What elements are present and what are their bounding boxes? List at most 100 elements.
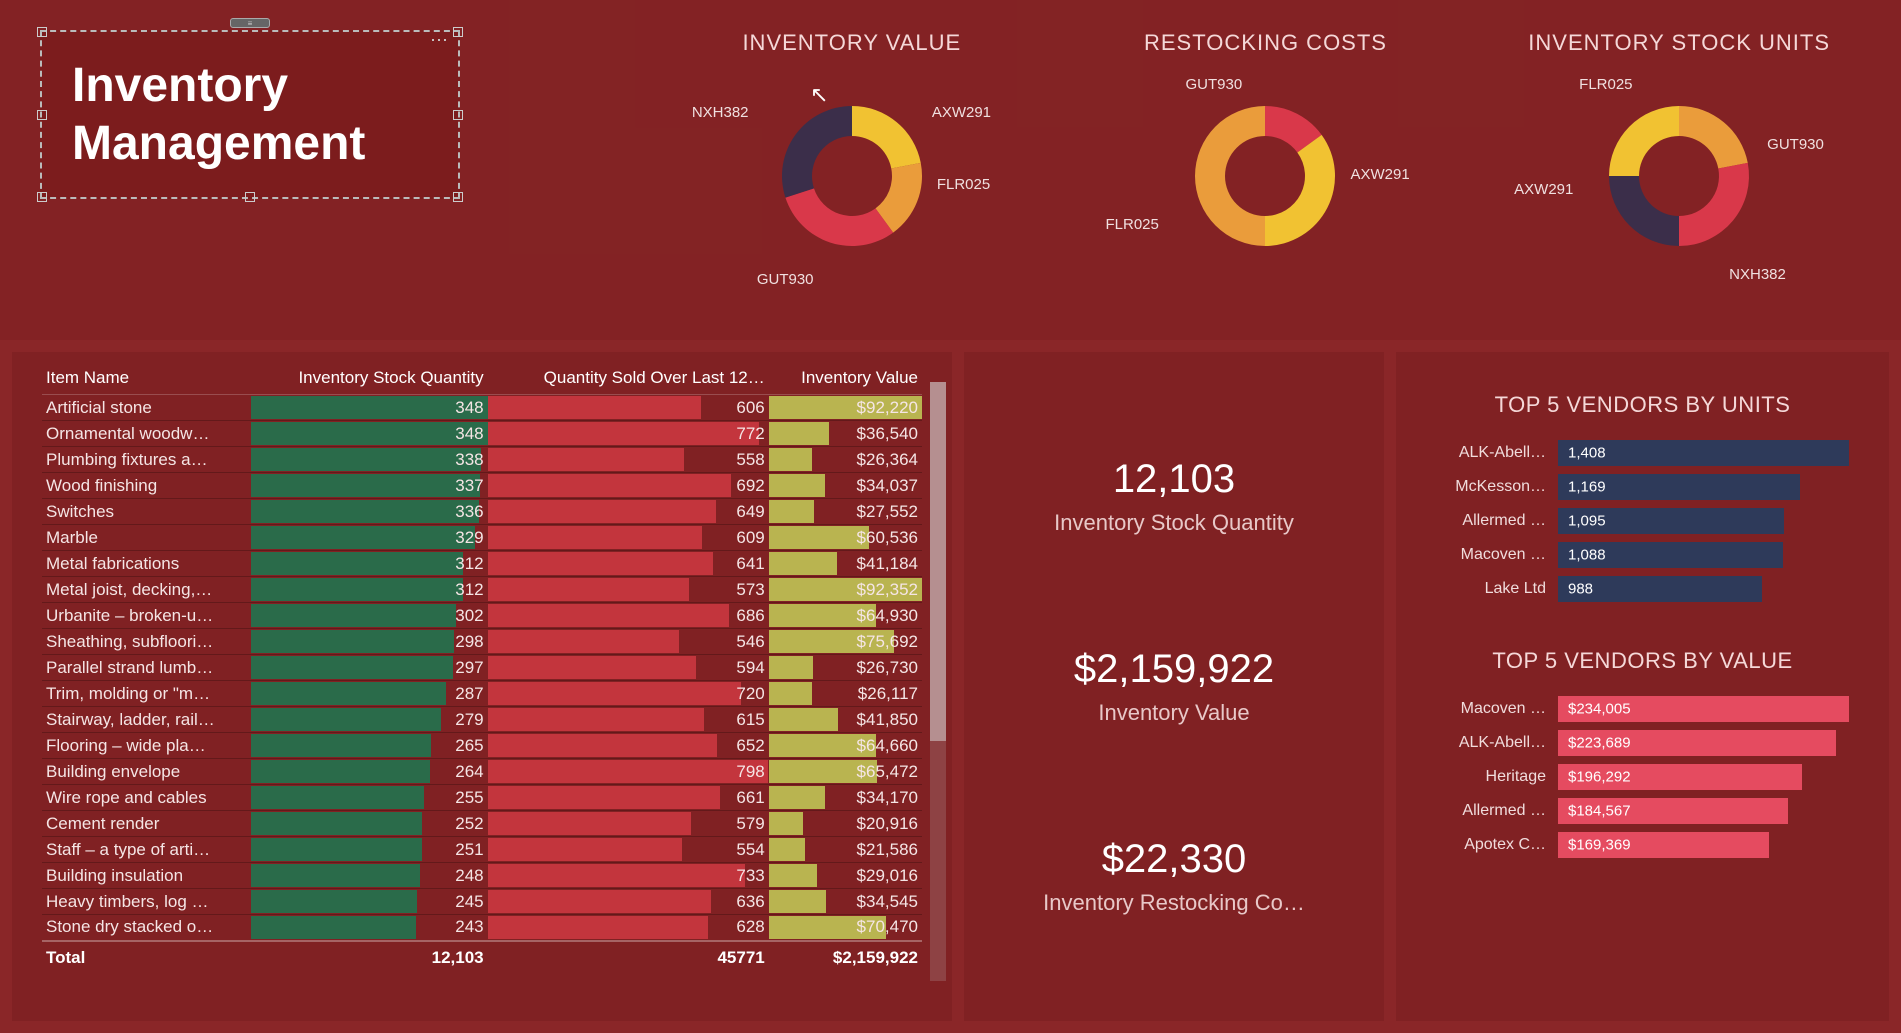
table-row[interactable]: Stone dry stacked o… 243 628 $70,470: [42, 915, 922, 941]
scrollbar-thumb[interactable]: [930, 382, 946, 741]
table-row[interactable]: Stairway, ladder, rail… 279 615 $41,850: [42, 707, 922, 733]
vendor-row[interactable]: Lake Ltd 988: [1436, 574, 1849, 604]
cell-sold: 554: [488, 837, 769, 863]
donut-segment[interactable]: [1679, 106, 1748, 169]
table-row[interactable]: Metal fabrications 312 641 $41,184: [42, 551, 922, 577]
total-stock: 12,103: [251, 941, 488, 974]
cell-stock: 248: [251, 863, 488, 889]
table-row[interactable]: Sheathing, subfloori… 298 546 $75,692: [42, 629, 922, 655]
vendor-value: $196,292: [1568, 769, 1631, 786]
resize-handle[interactable]: [453, 110, 463, 120]
vendor-name: Apotex C…: [1436, 836, 1546, 854]
table-row[interactable]: Wire rope and cables 255 661 $34,170: [42, 785, 922, 811]
cell-sold: 606: [488, 395, 769, 421]
table-row[interactable]: Flooring – wide pla… 265 652 $64,660: [42, 733, 922, 759]
donut-segment-label: NXH382: [1729, 266, 1786, 283]
col-inv-value[interactable]: Inventory Value: [769, 362, 922, 395]
donut-stock-units[interactable]: INVENTORY STOCK UNITS FLR025GUT930NXH382…: [1477, 10, 1881, 330]
donut-restocking-costs[interactable]: RESTOCKING COSTS GUT930AXW291FLR025: [1064, 10, 1468, 330]
total-value: $2,159,922: [769, 941, 922, 974]
kpi-stock-qty[interactable]: 12,103 Inventory Stock Quantity: [1054, 457, 1294, 536]
kpi-restocking[interactable]: $22,330 Inventory Restocking Co…: [1043, 837, 1305, 916]
cell-name: Cement render: [42, 811, 251, 837]
donut-segment-label: FLR025: [1579, 76, 1632, 93]
cell-value: $29,016: [769, 863, 922, 889]
donut-segment[interactable]: [785, 188, 893, 246]
donut-segment[interactable]: [852, 106, 921, 169]
table-row[interactable]: Wood finishing 337 692 $34,037: [42, 473, 922, 499]
vendor-row[interactable]: Macoven … 1,088: [1436, 540, 1849, 570]
resize-handle[interactable]: [453, 27, 463, 37]
donut-segment[interactable]: [1265, 135, 1335, 246]
vendor-row[interactable]: ALK-Abell… 1,408: [1436, 438, 1849, 468]
cell-name: Metal joist, decking,…: [42, 577, 251, 603]
kpi-label: Inventory Value: [1074, 700, 1274, 726]
table-row[interactable]: Building envelope 264 798 $65,472: [42, 759, 922, 785]
donut-segment[interactable]: [1679, 163, 1749, 246]
table-row[interactable]: Cement render 252 579 $20,916: [42, 811, 922, 837]
vendor-row[interactable]: Macoven … $234,005: [1436, 694, 1849, 724]
title-selection-frame[interactable]: ≡ ⋯ InventoryManagement: [40, 30, 460, 199]
vendor-name: Lake Ltd: [1436, 580, 1546, 598]
cell-name: Flooring – wide pla…: [42, 733, 251, 759]
kpi-inv-value[interactable]: $2,159,922 Inventory Value: [1074, 647, 1274, 726]
inventory-table[interactable]: Item Name Inventory Stock Quantity Quant…: [42, 362, 922, 974]
vendors-units-title: TOP 5 VENDORS BY UNITS: [1436, 392, 1849, 418]
table-row[interactable]: Artificial stone 348 606 $92,220: [42, 395, 922, 421]
table-row[interactable]: Ornamental woodw… 348 772 $36,540: [42, 421, 922, 447]
table-row[interactable]: Switches 336 649 $27,552: [42, 499, 922, 525]
vendor-value: $184,567: [1568, 803, 1631, 820]
vendor-bar: $234,005: [1558, 694, 1849, 724]
donut-segment[interactable]: [782, 106, 852, 198]
resize-handle[interactable]: [37, 192, 47, 202]
resize-handle[interactable]: [37, 27, 47, 37]
table-row[interactable]: Metal joist, decking,… 312 573 $92,352: [42, 577, 922, 603]
resize-handle[interactable]: [453, 192, 463, 202]
cell-name: Stairway, ladder, rail…: [42, 707, 251, 733]
vendor-name: Macoven …: [1436, 700, 1546, 718]
vendor-row[interactable]: Heritage $196,292: [1436, 762, 1849, 792]
inventory-table-panel[interactable]: Item Name Inventory Stock Quantity Quant…: [12, 352, 952, 1021]
donut-segment[interactable]: [1195, 106, 1265, 246]
table-row[interactable]: Heavy timbers, log … 245 636 $34,545: [42, 889, 922, 915]
vendor-row[interactable]: McKesson… 1,169: [1436, 472, 1849, 502]
cell-value: $92,352: [769, 577, 922, 603]
chart-title: INVENTORY STOCK UNITS: [1528, 30, 1830, 56]
cell-value: $41,184: [769, 551, 922, 577]
donut-segment[interactable]: [1609, 106, 1679, 176]
resize-handle[interactable]: [245, 192, 255, 202]
donut-inventory-value[interactable]: INVENTORY VALUE AXW291FLR025GUT930NXH382: [650, 10, 1054, 330]
vendor-row[interactable]: Allermed … 1,095: [1436, 506, 1849, 536]
table-row[interactable]: Trim, molding or "m… 287 720 $26,117: [42, 681, 922, 707]
cell-value: $92,220: [769, 395, 922, 421]
table-scrollbar[interactable]: [930, 382, 946, 981]
vendor-row[interactable]: ALK-Abell… $223,689: [1436, 728, 1849, 758]
table-row[interactable]: Urbanite – broken-u… 302 686 $64,930: [42, 603, 922, 629]
table-row[interactable]: Plumbing fixtures a… 338 558 $26,364: [42, 447, 922, 473]
cell-name: Heavy timbers, log …: [42, 889, 251, 915]
donut-segment[interactable]: [1609, 176, 1679, 246]
cell-name: Trim, molding or "m…: [42, 681, 251, 707]
more-options-icon[interactable]: ⋯: [430, 30, 448, 51]
drag-handle-icon[interactable]: ≡: [230, 18, 270, 28]
title-widget[interactable]: ≡ ⋯ InventoryManagement: [20, 10, 640, 330]
vendor-bar: 1,169: [1558, 472, 1849, 502]
kpi-value: 12,103: [1054, 457, 1294, 502]
vendor-value: $223,689: [1568, 735, 1631, 752]
table-row[interactable]: Marble 329 609 $60,536: [42, 525, 922, 551]
table-row[interactable]: Parallel strand lumb… 297 594 $26,730: [42, 655, 922, 681]
vendor-name: ALK-Abell…: [1436, 444, 1546, 462]
col-sold-qty[interactable]: Quantity Sold Over Last 12…: [488, 362, 769, 395]
vendor-row[interactable]: Apotex C… $169,369: [1436, 830, 1849, 860]
donut-segment-label: NXH382: [692, 104, 749, 121]
cell-value: $34,170: [769, 785, 922, 811]
table-row[interactable]: Staff – a type of arti… 251 554 $21,586: [42, 837, 922, 863]
vendor-value: $169,369: [1568, 837, 1631, 854]
vendors-panel: TOP 5 VENDORS BY UNITS ALK-Abell… 1,408 …: [1396, 352, 1889, 1021]
table-row[interactable]: Building insulation 248 733 $29,016: [42, 863, 922, 889]
col-stock-qty[interactable]: Inventory Stock Quantity: [251, 362, 488, 395]
cell-value: $75,692: [769, 629, 922, 655]
vendor-row[interactable]: Allermed … $184,567: [1436, 796, 1849, 826]
resize-handle[interactable]: [37, 110, 47, 120]
col-item-name[interactable]: Item Name: [42, 362, 251, 395]
